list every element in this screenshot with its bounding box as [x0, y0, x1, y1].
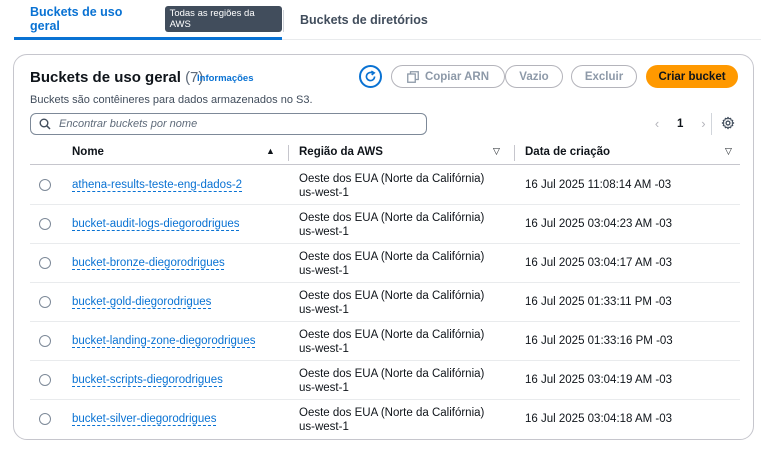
- column-divider: [514, 145, 515, 161]
- buckets-panel: Buckets de uso geral (7) Informações Buc…: [13, 54, 754, 440]
- bucket-creation-date: 16 Jul 2025 03:04:19 AM -03: [525, 374, 673, 386]
- search-icon: [39, 118, 51, 130]
- current-page[interactable]: 1: [677, 118, 683, 130]
- gear-icon[interactable]: [721, 116, 735, 130]
- table-row[interactable]: bucket-bronze-diegorodrigues Oeste dos E…: [30, 244, 740, 283]
- tab-bar: Buckets de uso geral Todas as regiões da…: [14, 0, 761, 40]
- tab-general-buckets-label: Buckets de uso geral: [30, 4, 123, 33]
- bucket-creation-date: 16 Jul 2025 03:04:18 AM -03: [525, 413, 673, 425]
- column-header-region[interactable]: Região da AWS: [299, 146, 383, 158]
- bucket-region: Oeste dos EUA (Norte da Califórnia) us-w…: [299, 212, 485, 238]
- create-bucket-button[interactable]: Criar bucket: [646, 65, 738, 88]
- bucket-region: Oeste dos EUA (Norte da Califórnia) us-w…: [299, 329, 485, 355]
- panel-description: Buckets são contêineres para dados armaz…: [30, 94, 313, 106]
- table-row[interactable]: bucket-scripts-diegorodrigues Oeste dos …: [30, 361, 740, 400]
- row-radio[interactable]: [39, 413, 51, 425]
- empty-button[interactable]: Vazio: [505, 65, 563, 88]
- search-box[interactable]: [30, 113, 427, 135]
- search-input[interactable]: [59, 118, 409, 130]
- column-header-name[interactable]: Nome: [72, 146, 104, 158]
- bucket-creation-date: 16 Jul 2025 03:04:17 AM -03: [525, 257, 673, 269]
- bucket-region: Oeste dos EUA (Norte da Califórnia) us-w…: [299, 368, 485, 394]
- refresh-icon: [365, 70, 376, 82]
- bucket-name-link[interactable]: bucket-scripts-diegorodrigues: [72, 374, 223, 386]
- bucket-name-link[interactable]: bucket-gold-diegorodrigues: [72, 296, 211, 308]
- delete-button[interactable]: Excluir: [571, 65, 637, 88]
- table-header: Nome ▲ Região da AWS ▽ Data de criação ▽: [30, 141, 740, 165]
- row-radio[interactable]: [39, 296, 51, 308]
- sort-descending-icon[interactable]: ▽: [725, 146, 732, 157]
- bucket-name-link[interactable]: bucket-audit-logs-diegorodrigues: [72, 218, 240, 230]
- refresh-button[interactable]: [359, 65, 382, 88]
- tab-directory-buckets[interactable]: Buckets de diretórios: [300, 0, 428, 40]
- bucket-creation-date: 16 Jul 2025 11:08:14 AM -03: [525, 179, 672, 191]
- column-divider: [288, 145, 289, 161]
- table-row[interactable]: athena-results-teste-eng-dados-2 Oeste d…: [30, 166, 740, 205]
- table-row[interactable]: bucket-silver-diegorodrigues Oeste dos E…: [30, 400, 740, 439]
- row-radio[interactable]: [39, 257, 51, 269]
- copy-arn-label: Copiar ARN: [424, 70, 490, 83]
- table-row[interactable]: bucket-audit-logs-diegorodrigues Oeste d…: [30, 205, 740, 244]
- sort-descending-icon[interactable]: ▽: [493, 146, 500, 157]
- panel-title-text: Buckets de uso geral: [30, 69, 181, 86]
- bucket-creation-date: 16 Jul 2025 01:33:16 PM -03: [525, 335, 673, 347]
- copy-arn-button[interactable]: Copiar ARN: [391, 65, 505, 88]
- row-radio[interactable]: [39, 218, 51, 230]
- bucket-name-link[interactable]: bucket-bronze-diegorodrigues: [72, 257, 225, 269]
- row-radio[interactable]: [39, 374, 51, 386]
- bucket-name-link[interactable]: athena-results-teste-eng-dados-2: [72, 179, 242, 191]
- next-page-button[interactable]: ›: [695, 116, 711, 131]
- column-header-date[interactable]: Data de criação: [525, 146, 610, 158]
- table-row[interactable]: bucket-landing-zone-diegorodrigues Oeste…: [30, 322, 740, 361]
- bucket-region: Oeste dos EUA (Norte da Califórnia) us-w…: [299, 173, 485, 199]
- bucket-name-link[interactable]: bucket-silver-diegorodrigues: [72, 413, 216, 425]
- previous-page-button[interactable]: ‹: [649, 116, 665, 131]
- bucket-name-link[interactable]: bucket-landing-zone-diegorodrigues: [72, 335, 255, 347]
- tab-general-buckets[interactable]: Buckets de uso geral Todas as regiões da…: [14, 0, 282, 40]
- region-badge: Todas as regiões da AWS: [164, 5, 282, 32]
- bucket-region: Oeste dos EUA (Norte da Califórnia) us-w…: [299, 251, 485, 277]
- pagination: ‹ 1 ›: [649, 116, 711, 131]
- sort-ascending-icon[interactable]: ▲: [266, 146, 275, 156]
- bucket-creation-date: 16 Jul 2025 01:33:11 PM -03: [525, 296, 672, 308]
- info-link[interactable]: Informações: [197, 73, 254, 84]
- bucket-region: Oeste dos EUA (Norte da Califórnia) us-w…: [299, 407, 485, 433]
- panel-title: Buckets de uso geral (7): [30, 69, 203, 86]
- row-radio[interactable]: [39, 179, 51, 191]
- pagination-divider: [711, 113, 712, 135]
- row-radio[interactable]: [39, 335, 51, 347]
- copy-icon: [407, 70, 419, 83]
- tab-divider: [283, 10, 284, 32]
- bucket-region: Oeste dos EUA (Norte da Califórnia) us-w…: [299, 290, 485, 316]
- bucket-creation-date: 16 Jul 2025 03:04:23 AM -03: [525, 218, 673, 230]
- table-row[interactable]: bucket-gold-diegorodrigues Oeste dos EUA…: [30, 283, 740, 322]
